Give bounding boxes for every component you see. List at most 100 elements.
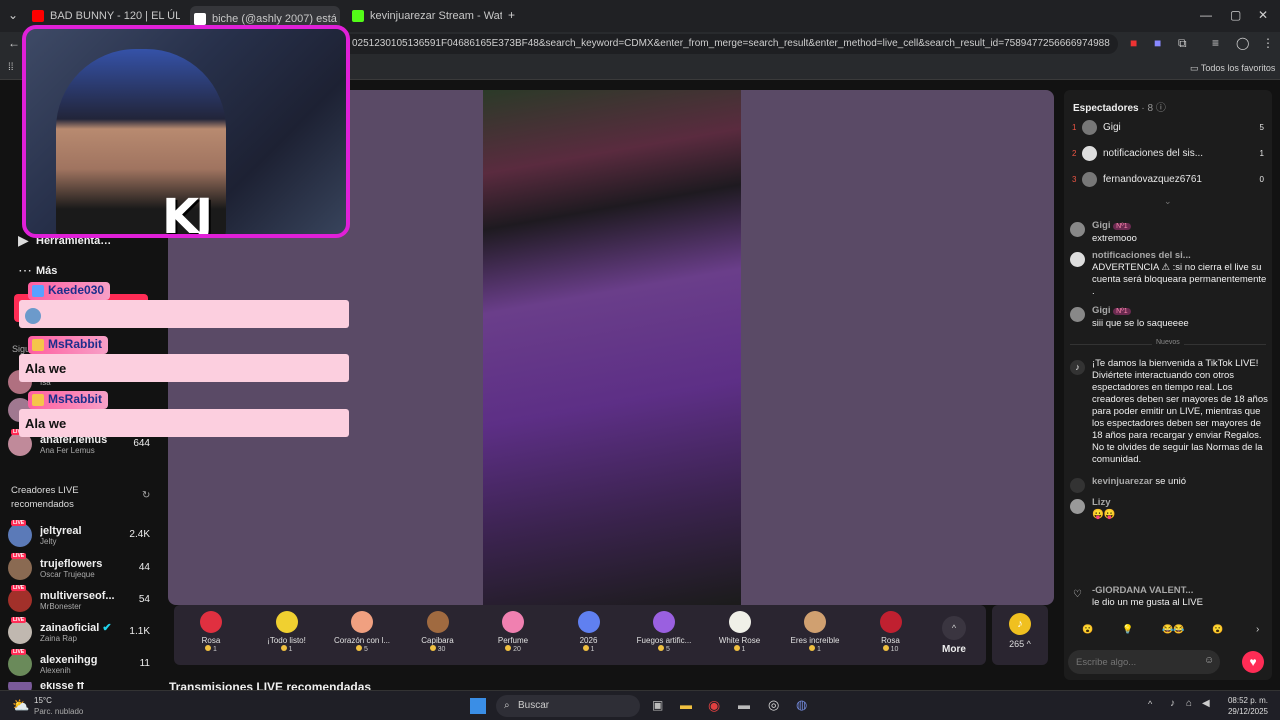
task-view-icon[interactable]: ▣ xyxy=(652,698,663,712)
chat-username[interactable]: -GIORDANA VALENT... xyxy=(1092,585,1193,596)
chat-input[interactable] xyxy=(1068,650,1188,674)
chat-username[interactable]: kevinjuarezar xyxy=(1092,476,1153,487)
clock-date[interactable]: 29/12/2025 xyxy=(1222,707,1268,716)
gift-icon xyxy=(200,611,222,633)
refresh-icon[interactable]: ↻ xyxy=(142,490,150,501)
microphone-icon[interactable]: ♪ xyxy=(1170,698,1175,709)
chat-username[interactable]: notificaciones del si... xyxy=(1092,250,1191,261)
url-field[interactable]: 0251230105136591F04686165E373BF48&search… xyxy=(338,34,1118,54)
live-badge: LIVE xyxy=(11,649,27,655)
viewer-score: 1 xyxy=(1259,149,1264,158)
coin-icon xyxy=(809,645,816,651)
tab-search-icon[interactable]: ⌄ xyxy=(8,8,18,22)
chrome-icon[interactable]: ◉ xyxy=(708,697,720,714)
avatar: LIVE xyxy=(8,649,32,676)
reaction-icon[interactable]: 💡 xyxy=(1122,624,1133,635)
gift-price: 1 xyxy=(552,645,626,653)
app-icon[interactable]: ▬ xyxy=(738,698,750,712)
like-heart-button[interactable]: ♥ xyxy=(1242,651,1264,673)
gift-item[interactable]: White Rose 1 xyxy=(703,611,777,653)
avatar xyxy=(1070,222,1085,237)
gift-price-value: 1 xyxy=(741,646,746,653)
live-creator-item[interactable]: ekisse ff xyxy=(8,682,158,690)
extension-icon[interactable]: ■ xyxy=(1154,36,1161,50)
reaction-icon[interactable]: 😂😂 xyxy=(1162,624,1184,635)
gift-item[interactable]: Capibara 30 xyxy=(401,611,475,653)
chat-message: Gigi Nº1 siii que se lo saqueeee xyxy=(1070,305,1268,330)
chat-username[interactable]: Lizy xyxy=(1092,497,1110,508)
creator-sub: Jelty xyxy=(40,536,57,546)
chat-message: notificaciones del si... ADVERTENCIA ⚠ :s… xyxy=(1070,250,1268,298)
gift-item[interactable]: Rosa 1 xyxy=(174,611,248,653)
volume-icon[interactable]: ◀ xyxy=(1202,698,1210,709)
tab-title: biche (@ashly 2007) está LI xyxy=(212,13,340,25)
back-icon[interactable]: ← xyxy=(8,36,20,50)
coin-icon xyxy=(582,645,589,651)
new-tab-icon[interactable]: + xyxy=(508,8,515,22)
apps-icon[interactable]: ⁞⁞ xyxy=(8,62,14,73)
tray-expand-icon[interactable]: ^ xyxy=(1148,699,1152,709)
minimize-icon[interactable]: — xyxy=(1200,8,1212,22)
gift-item[interactable]: Perfume 20 xyxy=(476,611,550,653)
gift-icon xyxy=(577,611,600,633)
weather-temp[interactable]: 15°C xyxy=(34,696,52,705)
gift-item[interactable]: Eres increíble 1 xyxy=(778,611,852,653)
info-icon[interactable]: ⓘ xyxy=(1156,103,1166,114)
all-bookmarks[interactable]: ▭ Todos los favoritos xyxy=(1190,63,1275,74)
viewer-row[interactable]: 1 Gigi 5 xyxy=(1072,120,1264,135)
profile-icon[interactable]: ◯ xyxy=(1236,36,1249,50)
gift-item[interactable]: Rosa 10 xyxy=(854,611,928,653)
live-creator-item[interactable]: LIVE multiverseof... MrBonester 54 xyxy=(8,585,158,612)
creator-name: multiverseof... xyxy=(40,589,115,602)
viewer-rank: 2 xyxy=(1072,149,1077,158)
tab-youtube[interactable]: BAD BUNNY - 120 | EL ÚLTIMO xyxy=(32,6,180,26)
network-icon[interactable]: ⌂ xyxy=(1186,698,1192,709)
gift-item[interactable]: ¡Todo listo! 1 xyxy=(250,611,324,653)
reaction-icon[interactable]: 😮 xyxy=(1082,624,1093,635)
live-creator-item[interactable]: LIVE zainaoficial ✔ Zaina Rap 1.1K xyxy=(8,617,158,644)
clock-time[interactable]: 08:52 p. m. xyxy=(1226,696,1268,705)
viewer-rank: 3 xyxy=(1072,175,1077,184)
expand-gifts-icon[interactable]: ^ xyxy=(942,616,966,640)
chat-username[interactable]: Gigi xyxy=(1092,220,1110,231)
live-video[interactable] xyxy=(483,90,741,605)
gift-item[interactable]: 2026 1 xyxy=(552,611,626,653)
tab-kick[interactable]: kevinjuarezar Stream - Watch L xyxy=(352,6,502,26)
file-explorer-icon[interactable]: ▬ xyxy=(680,698,692,712)
live-creator-item[interactable]: LIVE alexenihgg Alexenih 11 xyxy=(8,649,158,676)
gift-icon xyxy=(502,611,524,633)
gift-icon xyxy=(879,611,902,633)
creator-name: zainaoficial ✔ xyxy=(40,621,112,634)
extension-icon[interactable]: ■ xyxy=(1130,36,1137,50)
chat-username[interactable]: Gigi xyxy=(1092,305,1110,316)
live-creator-item[interactable]: LIVE jeltyreal Jelty 2.4K xyxy=(8,520,158,547)
youtube-icon xyxy=(32,10,44,22)
viewer-row[interactable]: 3 fernandovazquez6761 0 xyxy=(1072,172,1264,187)
close-icon[interactable]: ✕ xyxy=(1258,8,1268,22)
gift-name: Eres increíble xyxy=(790,636,840,645)
search-label: Buscar xyxy=(518,700,550,711)
more-gifts-button[interactable]: More xyxy=(934,644,974,655)
taskbar-search[interactable]: ⌕ Buscar xyxy=(496,695,640,717)
windows-start-icon[interactable] xyxy=(470,698,486,714)
media-icon[interactable]: ≡ xyxy=(1212,36,1219,50)
restore-icon[interactable]: ▢ xyxy=(1230,8,1241,22)
chat-message: Gigi Nº1 extremooo xyxy=(1070,220,1268,245)
discord-icon[interactable]: ◍ xyxy=(796,697,807,713)
gift-item[interactable]: Fuegos artific... 5 xyxy=(627,611,701,653)
menu-icon[interactable]: ⋮ xyxy=(1262,36,1274,50)
coin-balance[interactable]: ♪ 265 ^ xyxy=(992,605,1048,665)
gift-item[interactable]: Corazón con l... 5 xyxy=(325,611,399,653)
live-creator-item[interactable]: LIVE trujeflowers Oscar Trujeque 44 xyxy=(8,553,158,580)
chat-text: siii que se lo saqueeee xyxy=(1092,318,1189,329)
extensions-puzzle-icon[interactable]: ⧉ xyxy=(1178,36,1187,51)
reaction-icon[interactable]: 😮 xyxy=(1212,624,1223,635)
viewer-name: fernandovazquez6761 xyxy=(1103,174,1202,185)
chevron-right-icon[interactable]: › xyxy=(1256,624,1259,635)
collapse-viewers-icon[interactable]: ⌄ xyxy=(1164,196,1172,207)
coin-icon xyxy=(356,645,363,651)
emoji-picker-icon[interactable]: ☺ xyxy=(1204,655,1214,666)
steam-icon[interactable]: ◎ xyxy=(768,697,779,713)
viewer-row[interactable]: 2 notificaciones del sis... 1 xyxy=(1072,146,1264,161)
sidebar-item-more[interactable]: ⋯ Más xyxy=(8,262,158,279)
